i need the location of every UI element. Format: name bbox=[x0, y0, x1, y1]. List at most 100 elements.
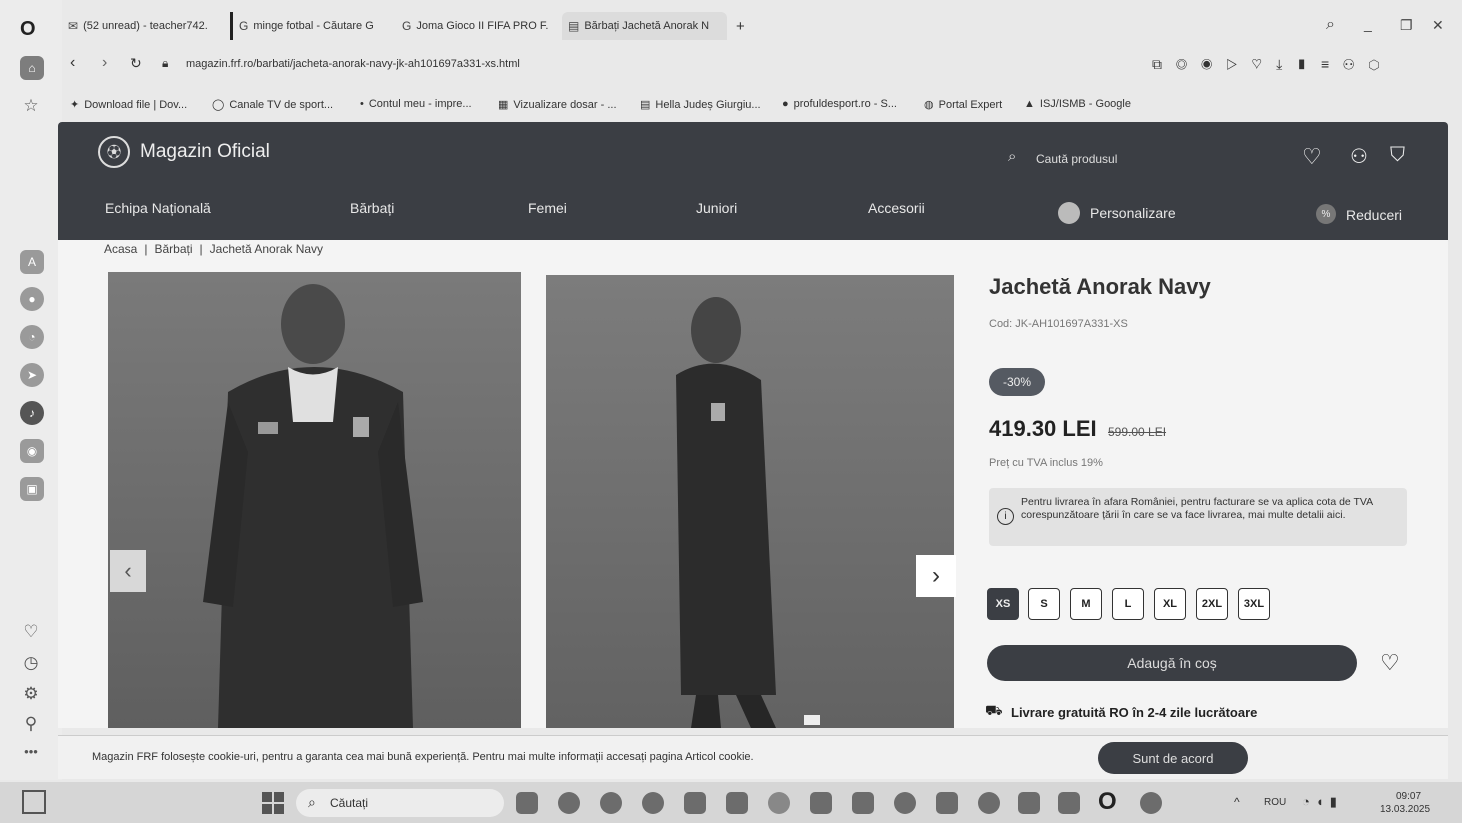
edge-icon[interactable] bbox=[642, 792, 664, 814]
home-icon[interactable]: ⌂ bbox=[20, 56, 44, 80]
app-icon[interactable] bbox=[726, 792, 748, 814]
bookmark-favicon-icon: ● bbox=[782, 98, 789, 110]
bookmark-star-icon[interactable]: ☆ bbox=[18, 96, 44, 116]
product-image-front[interactable] bbox=[108, 272, 521, 728]
app-icon[interactable] bbox=[936, 792, 958, 814]
url-field[interactable]: magazin.frf.ro/barbati/jacheta-anorak-na… bbox=[186, 58, 886, 70]
reload-icon[interactable]: ↻ bbox=[130, 55, 142, 72]
forward-icon[interactable]: › bbox=[102, 54, 107, 72]
instagram-icon[interactable]: ▣ bbox=[20, 477, 44, 501]
app-icon[interactable] bbox=[558, 792, 580, 814]
nav-femei[interactable]: Femei bbox=[528, 200, 567, 216]
clock-time[interactable]: 09:07 bbox=[1396, 791, 1421, 802]
search-icon[interactable]: ⌕ bbox=[1008, 148, 1016, 165]
tab-active-product[interactable]: ▤ Bărbați Jachetă Anorak N bbox=[562, 12, 727, 40]
add-to-cart-button[interactable]: Adaugă în coș bbox=[987, 645, 1357, 681]
nav-accesorii[interactable]: Accesorii bbox=[868, 200, 925, 216]
browser-sidebar: O ⌂ ☆ A ● ◔ ➤ ♪ ◉ ▣ ♡ ◷ ⚙ ⚲ ••• bbox=[0, 0, 62, 780]
tab-bar: ✉ (52 unread) - teacher742. G minge fotb… bbox=[62, 12, 1462, 42]
size-xs-button[interactable]: XS bbox=[987, 588, 1019, 620]
cookie-accept-button[interactable]: Sunt de acord bbox=[1098, 742, 1248, 774]
tray-chevron-icon[interactable]: ^ bbox=[1234, 795, 1240, 809]
nav-juniori[interactable]: Juniori bbox=[696, 200, 737, 216]
app-icon[interactable] bbox=[810, 792, 832, 814]
size-s-button[interactable]: S bbox=[1028, 588, 1060, 620]
clock-date[interactable]: 13.03.2025 bbox=[1380, 804, 1430, 815]
music-icon[interactable]: ♪ bbox=[20, 401, 44, 425]
app-icon[interactable] bbox=[684, 792, 706, 814]
close-button[interactable]: ✕ bbox=[1432, 17, 1444, 34]
product-page: Acasa | Bărbați | Jachetă Anorak Navy ‹ … bbox=[58, 240, 1448, 728]
chrome-icon[interactable] bbox=[600, 792, 622, 814]
tab-mail[interactable]: ✉ (52 unread) - teacher742. bbox=[62, 12, 222, 40]
toolbar-extension-icons[interactable]: ⧉◎◉▷♡⤓▮≡⚇⬡ bbox=[1152, 56, 1394, 73]
frf-crest-icon[interactable]: ⚽︎ bbox=[98, 136, 130, 168]
product-image-side[interactable] bbox=[546, 275, 954, 728]
account-user-icon[interactable]: ⚇ bbox=[1350, 144, 1368, 169]
vat-note: Preț cu TVA inclus 19% bbox=[989, 457, 1103, 469]
size-3xl-button[interactable]: 3XL bbox=[1238, 588, 1270, 620]
new-tab-button[interactable]: + bbox=[730, 12, 756, 40]
app-icon[interactable] bbox=[978, 792, 1000, 814]
bookmark-item[interactable]: ● profuldesport.ro - S... bbox=[782, 98, 897, 110]
tray-network-sound-battery-icons[interactable]: ◔◖▮ bbox=[1302, 794, 1343, 810]
site-logo-text[interactable]: Magazin Oficial bbox=[140, 141, 270, 163]
add-to-wishlist-heart-icon[interactable]: ♡ bbox=[1380, 650, 1400, 676]
whatsapp-icon[interactable]: ◔ bbox=[20, 325, 44, 349]
favorites-heart-icon[interactable]: ♡ bbox=[18, 622, 44, 642]
tab-search-icon[interactable]: ⌕ bbox=[1326, 16, 1335, 34]
widgets-icon[interactable] bbox=[22, 790, 46, 814]
breadcrumb-barbati[interactable]: Bărbați bbox=[154, 242, 192, 256]
tab-google-search[interactable]: G minge fotbal - Căutare G bbox=[230, 12, 390, 40]
opera-logo-icon[interactable]: O bbox=[20, 18, 36, 41]
tips-icon[interactable]: ⚲ bbox=[18, 714, 44, 734]
nav-personalizare[interactable]: Personalizare bbox=[1090, 205, 1176, 221]
gallery-next-button[interactable]: › bbox=[916, 555, 956, 597]
more-icon[interactable]: ••• bbox=[18, 744, 44, 759]
bookmark-item[interactable]: ▲ ISJ/ISMB - Google bbox=[1024, 98, 1131, 110]
size-l-button[interactable]: L bbox=[1112, 588, 1144, 620]
bookmark-item[interactable]: ▦ Vizualizare dosar - ... bbox=[498, 98, 617, 112]
nav-echipa-nationala[interactable]: Echipa Națională bbox=[105, 200, 211, 216]
wishlist-heart-icon[interactable]: ♡ bbox=[1302, 144, 1322, 170]
bookmark-item[interactable]: ▤ Hella Judeș Giurgiu... bbox=[640, 98, 761, 112]
taskbar-search-label: Căutați bbox=[330, 796, 369, 810]
vat-info-text[interactable]: Pentru livrarea în afara României, pentr… bbox=[1021, 496, 1401, 522]
app-icon[interactable] bbox=[768, 792, 790, 814]
tab-joma[interactable]: G Joma Gioco II FIFA PRO F. bbox=[396, 12, 556, 40]
bookmark-item[interactable]: • Contul meu - impre... bbox=[360, 98, 472, 110]
bookmark-item[interactable]: ◯ Canale TV de sport... bbox=[212, 98, 333, 112]
nav-barbati[interactable]: Bărbați bbox=[350, 200, 394, 216]
size-2xl-button[interactable]: 2XL bbox=[1196, 588, 1228, 620]
size-m-button[interactable]: M bbox=[1070, 588, 1102, 620]
telegram-icon[interactable]: ➤ bbox=[20, 363, 44, 387]
minimize-button[interactable]: _ bbox=[1364, 16, 1372, 32]
settings-gear-icon[interactable]: ⚙ bbox=[18, 684, 44, 704]
bookmark-item[interactable]: ◍ Portal Expert bbox=[924, 98, 1002, 112]
nav-reduceri[interactable]: Reduceri bbox=[1346, 207, 1402, 223]
breadcrumb-home[interactable]: Acasa bbox=[104, 242, 137, 256]
windows-start-icon[interactable] bbox=[262, 792, 284, 814]
discord-icon[interactable]: ◉ bbox=[20, 439, 44, 463]
app-icon[interactable] bbox=[894, 792, 916, 814]
bookmark-favicon-icon: ◯ bbox=[212, 99, 225, 111]
messenger-icon[interactable]: ● bbox=[20, 287, 44, 311]
app-icon[interactable] bbox=[1018, 792, 1040, 814]
taskbar-search-input[interactable]: ⌕ Căutați bbox=[296, 789, 504, 817]
app-icon[interactable] bbox=[1140, 792, 1162, 814]
back-icon[interactable]: ‹ bbox=[70, 54, 75, 72]
mail-icon: ✉ bbox=[68, 19, 79, 33]
size-xl-button[interactable]: XL bbox=[1154, 588, 1186, 620]
history-icon[interactable]: ◷ bbox=[18, 653, 44, 673]
app-icon[interactable] bbox=[852, 792, 874, 814]
gallery-prev-button[interactable]: ‹ bbox=[110, 550, 146, 592]
file-explorer-icon[interactable] bbox=[1058, 792, 1080, 814]
restore-button[interactable]: ❐ bbox=[1400, 17, 1413, 34]
aria-icon[interactable]: A bbox=[20, 250, 44, 274]
bookmark-item[interactable]: ✦ Download file | Dov... bbox=[70, 98, 187, 112]
cart-bag-icon[interactable]: ⛉ bbox=[1390, 144, 1405, 167]
language-indicator[interactable]: ROU bbox=[1264, 797, 1286, 808]
opera-taskbar-icon[interactable]: O bbox=[1098, 788, 1117, 816]
task-view-icon[interactable] bbox=[516, 792, 538, 814]
search-input[interactable]: Caută produsul bbox=[1036, 152, 1117, 166]
